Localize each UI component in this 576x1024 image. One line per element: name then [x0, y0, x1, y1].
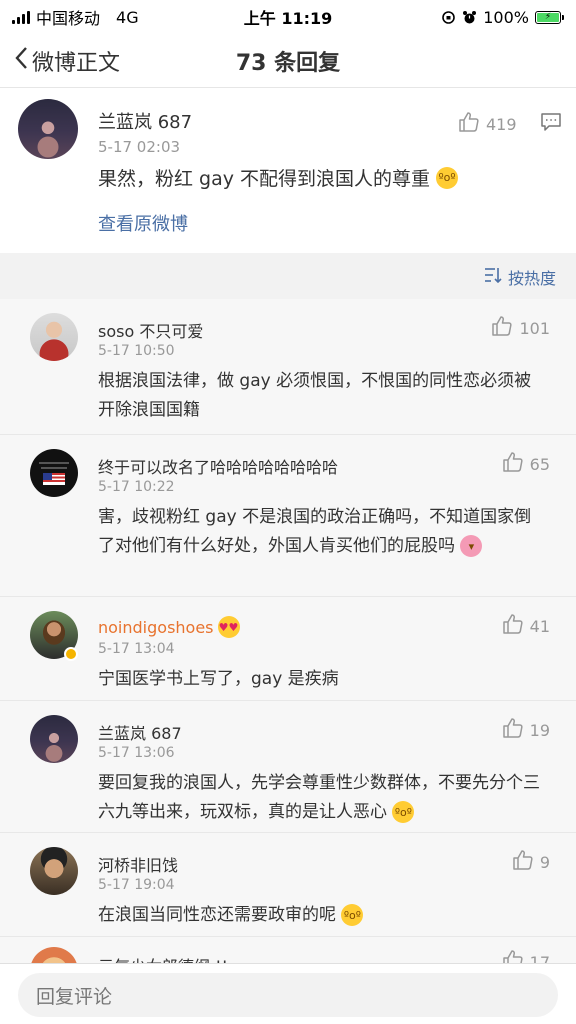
- drooling-face-emoji-icon: ▾: [460, 535, 483, 557]
- author-name[interactable]: 终于可以改名了哈哈哈哈哈哈哈哈: [98, 454, 338, 478]
- timestamp: 5-17 10:22: [98, 479, 175, 495]
- like-count: 17: [529, 952, 550, 964]
- reply-text-content: 要回复我的浪国人，先学会尊重性少数群体，不要先分个三六九等出来，玩双标，真的是让…: [98, 773, 540, 822]
- view-original-post-link[interactable]: 查看原微博: [98, 210, 188, 236]
- author-name[interactable]: noindigoshoes ♥♥: [98, 616, 240, 638]
- author-name[interactable]: 元气少女郎德纲 !!: [98, 953, 228, 963]
- network-label: 4G: [116, 7, 139, 27]
- status-bar: 中国移动 4G 上午 11:19 100% ⚡: [0, 0, 576, 34]
- avatar[interactable]: [30, 313, 78, 361]
- reply-text: 要回复我的浪国人，先学会尊重性少数群体，不要先分个三六九等出来，玩双标，真的是让…: [98, 769, 548, 827]
- like-button[interactable]: 17: [502, 949, 550, 963]
- timestamp: 5-17 13:04: [98, 641, 175, 657]
- nav-bar: 微博正文 73 条回复: [0, 34, 576, 88]
- thumbs-up-icon: [491, 315, 513, 341]
- reply-text: 根据浪国法律，做 gay 必须恨国，不恨国的同性恋必须被开除浪国国籍: [98, 371, 532, 420]
- lock-rotation-icon: [441, 10, 456, 25]
- alarm-icon: [462, 10, 477, 25]
- reply-text: 在浪国当同性恋还需要政审的呢 ºoº: [98, 901, 548, 930]
- thumbs-up-icon: [502, 717, 524, 743]
- verified-badge-icon: [64, 647, 78, 661]
- reply-input[interactable]: 回复评论: [18, 973, 558, 1017]
- battery-icon: ⚡: [535, 10, 564, 24]
- like-count: 19: [529, 720, 550, 740]
- reply-text: 害，歧视粉红 gay 不是浪国的政治正确吗，不知道国家倒了对他们有什么好处，外国…: [98, 503, 548, 561]
- list-item: 河桥非旧饯 5-17 19:04 在浪国当同性恋还需要政审的呢 ºoº 9: [0, 833, 576, 937]
- scared-face-emoji-icon: ºoº: [436, 166, 459, 189]
- like-button[interactable]: 19: [502, 717, 550, 743]
- chevron-left-icon: [14, 46, 28, 76]
- like-button[interactable]: 419: [458, 111, 517, 137]
- sort-icon: [484, 267, 502, 287]
- like-count: 101: [519, 318, 550, 338]
- comment-text-content: 果然，粉红 gay 不配得到浪国人的尊重: [98, 168, 431, 190]
- avatar[interactable]: [30, 847, 78, 895]
- reply-text: 宁国医学书上写了，gay 是疾病: [98, 669, 339, 689]
- list-item: soso 不只可爱 5-17 10:50 根据浪国法律，做 gay 必须恨国，不…: [0, 299, 576, 435]
- list-item: 兰蓝岚 687 5-17 13:06 要回复我的浪国人，先学会尊重性少数群体，不…: [0, 701, 576, 833]
- sort-label: 按热度: [507, 269, 556, 288]
- avatar[interactable]: [30, 947, 78, 963]
- thumbs-up-icon: [502, 451, 524, 477]
- timestamp: 5-17 10:50: [98, 343, 175, 359]
- like-count: 65: [529, 454, 550, 474]
- battery-percent: 100%: [483, 7, 529, 27]
- sort-button[interactable]: 按热度: [484, 265, 556, 289]
- signal-icon: [12, 10, 30, 24]
- thumbs-up-icon: [458, 111, 480, 137]
- timestamp: 5-17 13:06: [98, 745, 175, 761]
- reply-bar: 回复评论: [0, 963, 576, 1024]
- scared-face-emoji-icon: ºoº: [341, 904, 364, 926]
- list-item: noindigoshoes ♥♥ 5-17 13:04 宁国医学书上写了，gay…: [0, 597, 576, 701]
- thumbs-up-icon: [502, 613, 524, 639]
- avatar[interactable]: [30, 449, 78, 497]
- author-name[interactable]: soso 不只可爱: [98, 318, 203, 342]
- like-count: 41: [529, 616, 550, 636]
- carrier-label: 中国移动: [36, 9, 101, 28]
- like-button[interactable]: 9: [512, 849, 550, 875]
- author-name[interactable]: 兰蓝岚 687: [98, 108, 192, 134]
- reply-text-content: 在浪国当同性恋还需要政审的呢: [98, 905, 336, 925]
- comment-icon[interactable]: [541, 113, 561, 135]
- scared-face-emoji-icon: ºoº: [392, 801, 415, 823]
- timestamp: 5-17 02:03: [98, 138, 181, 156]
- author-name[interactable]: 河桥非旧饯: [98, 852, 178, 876]
- reply-list: soso 不只可爱 5-17 10:50 根据浪国法律，做 gay 必须恨国，不…: [0, 299, 576, 963]
- like-count: 9: [539, 852, 550, 872]
- timestamp: 5-17 19:04: [98, 877, 175, 893]
- back-button[interactable]: 微博正文: [14, 45, 120, 77]
- like-count: 419: [486, 114, 517, 134]
- main-comment: 兰蓝岚 687 5-17 02:03 果然，粉红 gay 不配得到浪国人的尊重 …: [0, 89, 576, 253]
- like-button[interactable]: 41: [502, 613, 550, 639]
- author-name[interactable]: 兰蓝岚 687: [98, 720, 182, 744]
- heart-eyes-emoji-icon: ♥♥: [217, 616, 240, 638]
- author-name-text: noindigoshoes: [98, 617, 214, 637]
- list-item: 元气少女郎德纲 !! 17: [0, 937, 576, 963]
- like-button[interactable]: 101: [491, 315, 550, 341]
- comment-text: 果然，粉红 gay 不配得到浪国人的尊重 ºoº: [98, 164, 459, 191]
- thumbs-up-icon: [512, 849, 534, 875]
- back-label: 微博正文: [32, 50, 121, 76]
- avatar[interactable]: [30, 715, 78, 763]
- thumbs-up-icon: [502, 949, 524, 963]
- sort-bar: 按热度: [0, 253, 576, 299]
- avatar[interactable]: [18, 99, 78, 159]
- list-item: 终于可以改名了哈哈哈哈哈哈哈哈 5-17 10:22 害，歧视粉红 gay 不是…: [0, 435, 576, 597]
- clock: 上午 11:19: [243, 9, 333, 28]
- like-button[interactable]: 65: [502, 451, 550, 477]
